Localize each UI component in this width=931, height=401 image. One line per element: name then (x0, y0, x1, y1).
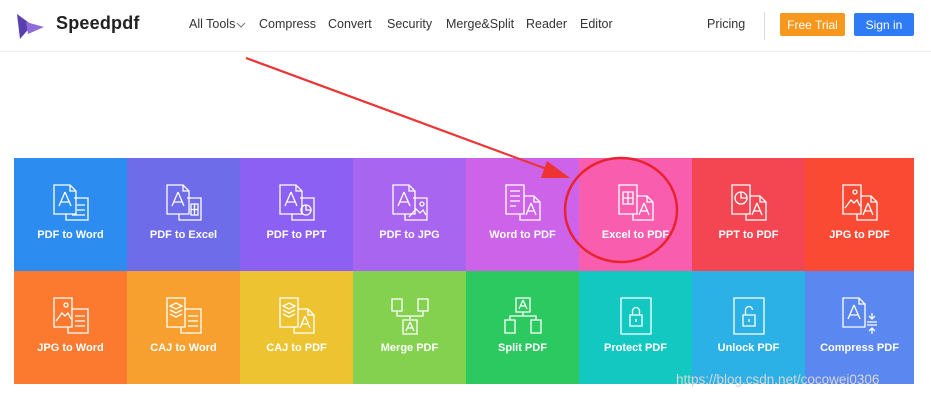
ppt-to-pdf-icon (731, 184, 767, 221)
tool-tile-pdf-to-ppt[interactable]: PDF to PPT (240, 158, 353, 271)
tool-tile-pdf-to-excel[interactable]: PDF to Excel (127, 158, 240, 271)
tool-label: PDF to JPG (379, 229, 440, 241)
pdf-to-ppt-icon (279, 184, 315, 221)
tool-label: Protect PDF (604, 342, 667, 354)
tool-label: CAJ to PDF (266, 342, 327, 354)
caj-to-word-icon (166, 297, 202, 334)
protect-pdf-icon (620, 297, 652, 335)
nav-convert[interactable]: Convert (328, 17, 372, 31)
caj-to-pdf-icon (279, 297, 315, 334)
nav-editor[interactable]: Editor (580, 17, 613, 31)
tool-label: Excel to PDF (601, 229, 670, 241)
nav-compress[interactable]: Compress (259, 17, 316, 31)
tool-tile-protect-pdf[interactable]: Protect PDF (579, 271, 692, 384)
tool-tile-word-to-pdf[interactable]: Word to PDF (466, 158, 579, 271)
sign-in-button[interactable]: Sign in (854, 13, 914, 36)
jpg-to-pdf-icon (842, 184, 878, 221)
brand-name[interactable]: Speedpdf (56, 13, 140, 34)
nav-reader[interactable]: Reader (526, 17, 567, 31)
tool-tile-jpg-to-pdf[interactable]: JPG to PDF (805, 158, 914, 271)
pdf-to-word-icon (53, 184, 89, 221)
tool-label: PDF to Word (37, 229, 104, 241)
tool-label: PDF to Excel (149, 229, 218, 241)
tool-tile-caj-to-word[interactable]: CAJ to Word (127, 271, 240, 384)
split-pdf-icon (504, 297, 542, 334)
tool-tile-split-pdf[interactable]: Split PDF (466, 271, 579, 384)
tool-tile-jpg-to-word[interactable]: JPG to Word (14, 271, 127, 384)
watermark-text: https://blog.csdn.net/cocowei0306 (676, 372, 880, 387)
nav-all-tools[interactable]: All Tools (189, 17, 246, 31)
free-trial-button[interactable]: Free Trial (780, 13, 845, 36)
pdf-to-jpg-icon (392, 184, 428, 221)
tool-tile-unlock-pdf[interactable]: Unlock PDF (692, 271, 805, 384)
tool-tile-excel-to-pdf[interactable]: Excel to PDF (579, 158, 692, 271)
excel-to-pdf-icon (618, 184, 654, 221)
header-divider (764, 12, 765, 40)
jpg-to-word-icon (53, 297, 89, 334)
tool-tile-pdf-to-jpg[interactable]: PDF to JPG (353, 158, 466, 271)
tool-label: JPG to Word (37, 342, 104, 354)
chevron-down-icon (236, 22, 246, 28)
nav-merge-split[interactable]: Merge&Split (446, 17, 514, 31)
tool-tile-merge-pdf[interactable]: Merge PDF (353, 271, 466, 384)
annotation-arrow-icon (245, 56, 553, 173)
tool-tile-compress-pdf[interactable]: Compress PDF (805, 271, 914, 384)
tool-label: PPT to PDF (718, 229, 779, 241)
pdf-to-excel-icon (166, 184, 202, 221)
tool-label: Merge PDF (380, 342, 439, 354)
tool-tile-pdf-to-word[interactable]: PDF to Word (14, 158, 127, 271)
compress-pdf-icon (842, 297, 877, 334)
tools-grid: PDF to Word PDF to Excel PDF to PPT PDF … (14, 158, 914, 384)
tool-label: Unlock PDF (717, 342, 780, 354)
word-to-pdf-icon (505, 184, 541, 221)
top-navigation-bar: Speedpdf All Tools Compress Convert Secu… (0, 0, 931, 52)
nav-all-tools-label: All Tools (189, 17, 236, 31)
tool-label: CAJ to Word (150, 342, 217, 354)
tool-tile-ppt-to-pdf[interactable]: PPT to PDF (692, 158, 805, 271)
speedpdf-logo-icon[interactable] (14, 12, 46, 42)
nav-pricing[interactable]: Pricing (707, 17, 745, 31)
nav-security[interactable]: Security (387, 17, 432, 31)
tool-label: Split PDF (498, 342, 547, 354)
unlock-pdf-icon (733, 297, 765, 335)
tool-tile-caj-to-pdf[interactable]: CAJ to PDF (240, 271, 353, 384)
tool-label: Compress PDF (820, 342, 899, 354)
tool-label: PDF to PPT (266, 229, 327, 241)
merge-pdf-icon (391, 298, 429, 335)
tool-label: Word to PDF (489, 229, 556, 241)
tool-label: JPG to PDF (829, 229, 890, 241)
